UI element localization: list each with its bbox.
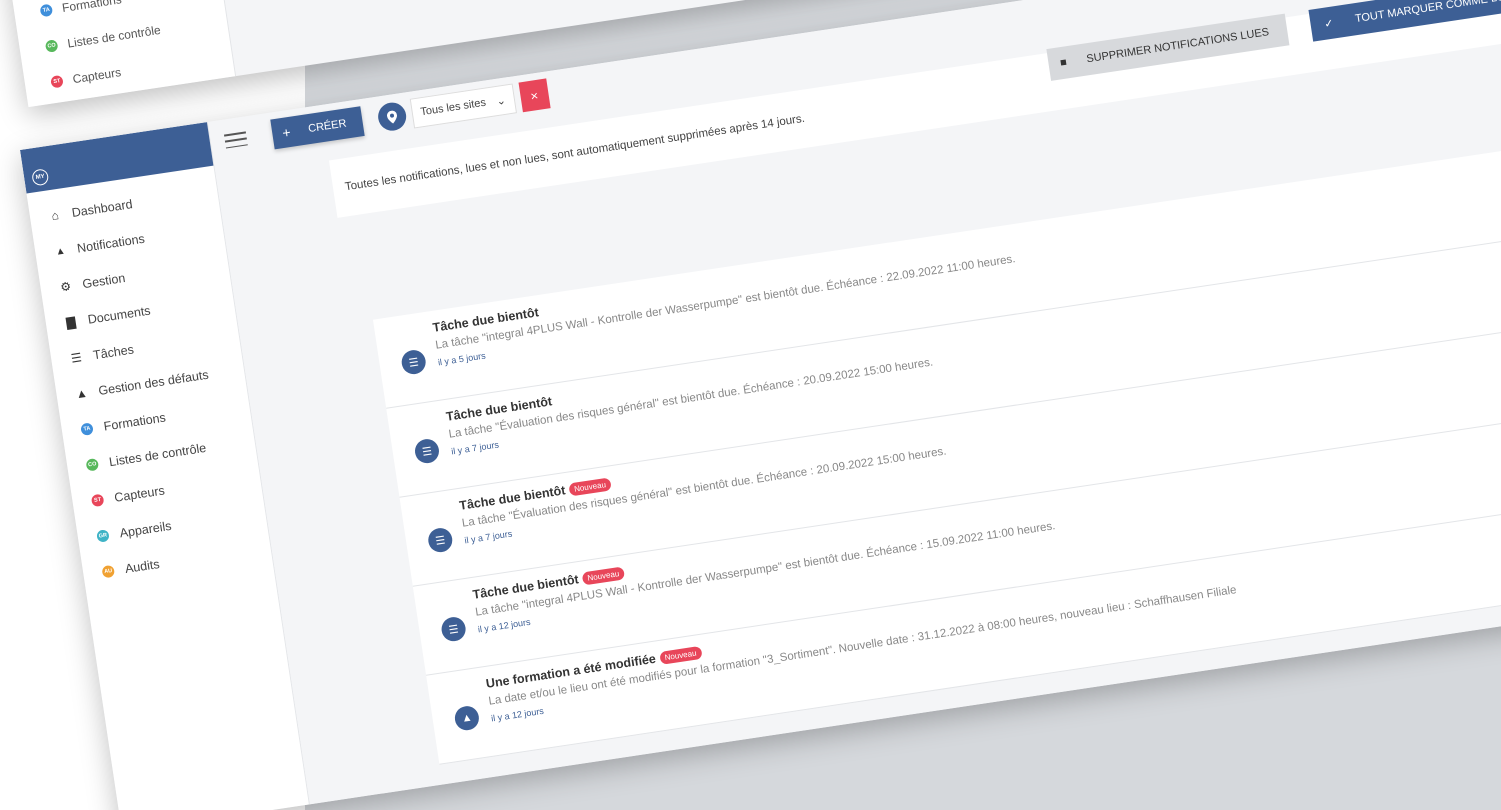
app-logo[interactable]: MY	[31, 168, 50, 187]
site-select-value: Tous les sites	[419, 96, 487, 119]
checklist-dot-icon: CO	[85, 457, 100, 472]
checklist-dot-icon: CO	[44, 39, 59, 53]
back-sidebar-item-label: Capteurs	[71, 65, 123, 87]
trash-icon: ■	[1059, 56, 1068, 70]
sidebar-item-label: Audits	[124, 557, 161, 576]
back-sidebar-item-formations[interactable]: TA Formations	[39, 0, 123, 18]
back-sidebar: TA Formations CO Listes de contrôle ST C…	[0, 0, 237, 108]
back-sidebar-item-label: Listes de contrôle	[66, 22, 162, 51]
create-button[interactable]: + CRÉER	[270, 106, 365, 150]
folder-icon: ▇	[65, 314, 77, 330]
formations-dot-icon: TA	[39, 3, 54, 18]
create-button-label: CRÉER	[307, 117, 348, 136]
gear-icon: ⚙	[59, 279, 73, 295]
formations-dot-icon: TA	[80, 422, 94, 436]
device-dot-icon: GR	[96, 529, 110, 543]
sidebar-item-label: Formations	[102, 410, 167, 434]
tasks-icon: ☰	[400, 348, 428, 376]
sensor-dot-icon: ST	[50, 74, 64, 89]
location-pin-icon[interactable]	[375, 100, 408, 133]
list-icon: ☰	[69, 350, 83, 366]
new-badge: Nouveau	[581, 565, 626, 585]
sidebar-item-label: Capteurs	[113, 483, 166, 505]
new-badge: Nouveau	[658, 645, 703, 665]
tasks-icon: ☰	[439, 615, 468, 643]
sidebar-item-label: Notifications	[76, 231, 146, 256]
home-icon: ⌂	[50, 208, 60, 223]
sidebar-item-label: Documents	[86, 303, 152, 327]
graduation-cap-icon: ▲	[453, 704, 481, 732]
bell-icon: ▲	[54, 244, 67, 258]
sidebar-item-label: Appareils	[118, 518, 173, 541]
chevron-down-icon: ⌄	[495, 94, 507, 108]
menu-icon[interactable]	[223, 131, 248, 149]
sidebar-item-label: Dashboard	[70, 197, 134, 220]
back-sidebar-item-sensors[interactable]: ST Capteurs	[50, 65, 122, 89]
sensor-dot-icon: ST	[90, 493, 105, 508]
sidebar-item-label: Tâches	[92, 342, 135, 363]
sidebar-item-label: Gestion des défauts	[97, 367, 210, 398]
double-check-icon: ✓	[1323, 17, 1335, 31]
back-sidebar-item-label: Formations	[61, 0, 123, 15]
sidebar-item-label: Gestion	[81, 270, 127, 292]
sidebar-item-label: Listes de contrôle	[108, 440, 208, 470]
audit-dot-icon: AU	[101, 564, 116, 579]
plus-icon: +	[281, 123, 292, 141]
back-sidebar-item-checklists[interactable]: CO Listes de contrôle	[44, 22, 162, 54]
tasks-icon: ☰	[413, 437, 441, 465]
tasks-icon: ☰	[426, 526, 454, 554]
clear-filter-button[interactable]: ×	[518, 78, 551, 113]
warning-icon: ▲	[74, 385, 89, 402]
new-badge: Nouveau	[568, 476, 612, 496]
